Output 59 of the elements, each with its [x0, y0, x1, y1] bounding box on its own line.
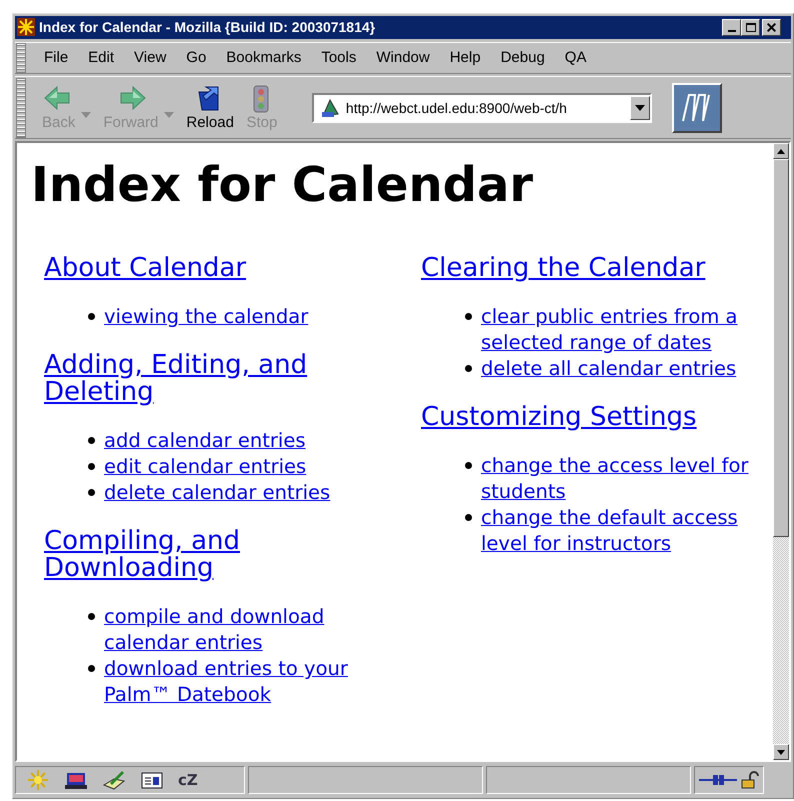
menu-item[interactable]: Go — [176, 46, 216, 70]
minimize-icon — [728, 30, 736, 32]
menu-item[interactable]: Tools — [311, 46, 366, 70]
bullet-icon — [465, 313, 472, 320]
minimize-button[interactable] — [722, 18, 741, 36]
bullet-icon — [465, 462, 472, 470]
app-icon — [17, 18, 35, 36]
topic-link[interactable]: delete all calendar entries — [481, 356, 736, 382]
vertical-scrollbar[interactable] — [773, 143, 789, 760]
topic-link[interactable]: edit calendar entries — [104, 454, 306, 480]
bullet-icon — [465, 365, 472, 372]
close-button[interactable] — [762, 18, 781, 36]
up-arrow-icon — [777, 148, 785, 154]
menu-item[interactable]: Window — [366, 46, 440, 70]
maximize-icon — [746, 22, 756, 32]
padlock-icon[interactable] — [741, 771, 759, 790]
plug-icon[interactable] — [699, 773, 737, 788]
topic-link[interactable]: viewing the calendar — [104, 304, 308, 330]
page-icon — [320, 98, 340, 118]
window-title: Index for Calendar - Mozilla {Build ID: 2003071814} — [39, 19, 376, 36]
dropdown-button[interactable] — [630, 96, 650, 120]
bullet-icon — [88, 313, 95, 320]
logo-icon — [672, 82, 722, 133]
toolbar-grip[interactable] — [16, 78, 26, 138]
topic-link[interactable]: add calendar entries — [104, 428, 306, 454]
section-link[interactable]: Compiling, and Downloading — [44, 528, 374, 582]
section-link[interactable]: About Calendar — [44, 255, 374, 282]
reload-button[interactable]: Reload — [180, 82, 240, 134]
down-arrow-icon — [777, 750, 785, 755]
bullet-icon — [88, 489, 95, 496]
menu-item[interactable]: Bookmarks — [216, 46, 312, 70]
bullet-icon — [88, 437, 95, 444]
caret-icon — [634, 104, 645, 111]
menu-item[interactable]: Help — [440, 46, 491, 70]
topic-link[interactable]: download entries to your Palm™ Datebook — [104, 656, 374, 708]
section-link[interactable]: Clearing the Calendar — [421, 255, 751, 282]
topic-link[interactable]: delete calendar entries — [104, 480, 330, 506]
menu-item[interactable]: View — [124, 46, 176, 70]
menu-item[interactable]: Debug — [490, 46, 555, 70]
section-link[interactable]: Customizing Settings — [421, 404, 751, 432]
scroll-up-button[interactable] — [773, 143, 789, 160]
close-icon — [767, 22, 776, 32]
bullet-icon — [465, 514, 472, 522]
toolbar-grip[interactable] — [16, 42, 26, 73]
scroll-thumb[interactable] — [773, 159, 789, 538]
scroll-down-button[interactable] — [773, 744, 789, 760]
menu-item[interactable]: Edit — [78, 46, 124, 70]
page-heading: Index for Calendar — [31, 156, 534, 216]
bullet-icon — [88, 613, 95, 620]
menu-item[interactable]: QA — [554, 46, 596, 70]
address-field[interactable]: http://webct.udel.edu:8900/web-ct/h — [312, 92, 652, 123]
menu-item[interactable]: File — [34, 46, 78, 70]
bullet-icon — [88, 463, 95, 470]
maximize-button[interactable] — [741, 18, 760, 36]
topic-link[interactable]: change the default access level for instructors — [481, 505, 751, 558]
pen-icon[interactable] — [102, 769, 126, 792]
chat-button[interactable]: cZ — [178, 771, 198, 790]
section-link[interactable]: Adding, Editing, and Deleting — [44, 352, 374, 406]
bullet-icon — [88, 665, 95, 672]
